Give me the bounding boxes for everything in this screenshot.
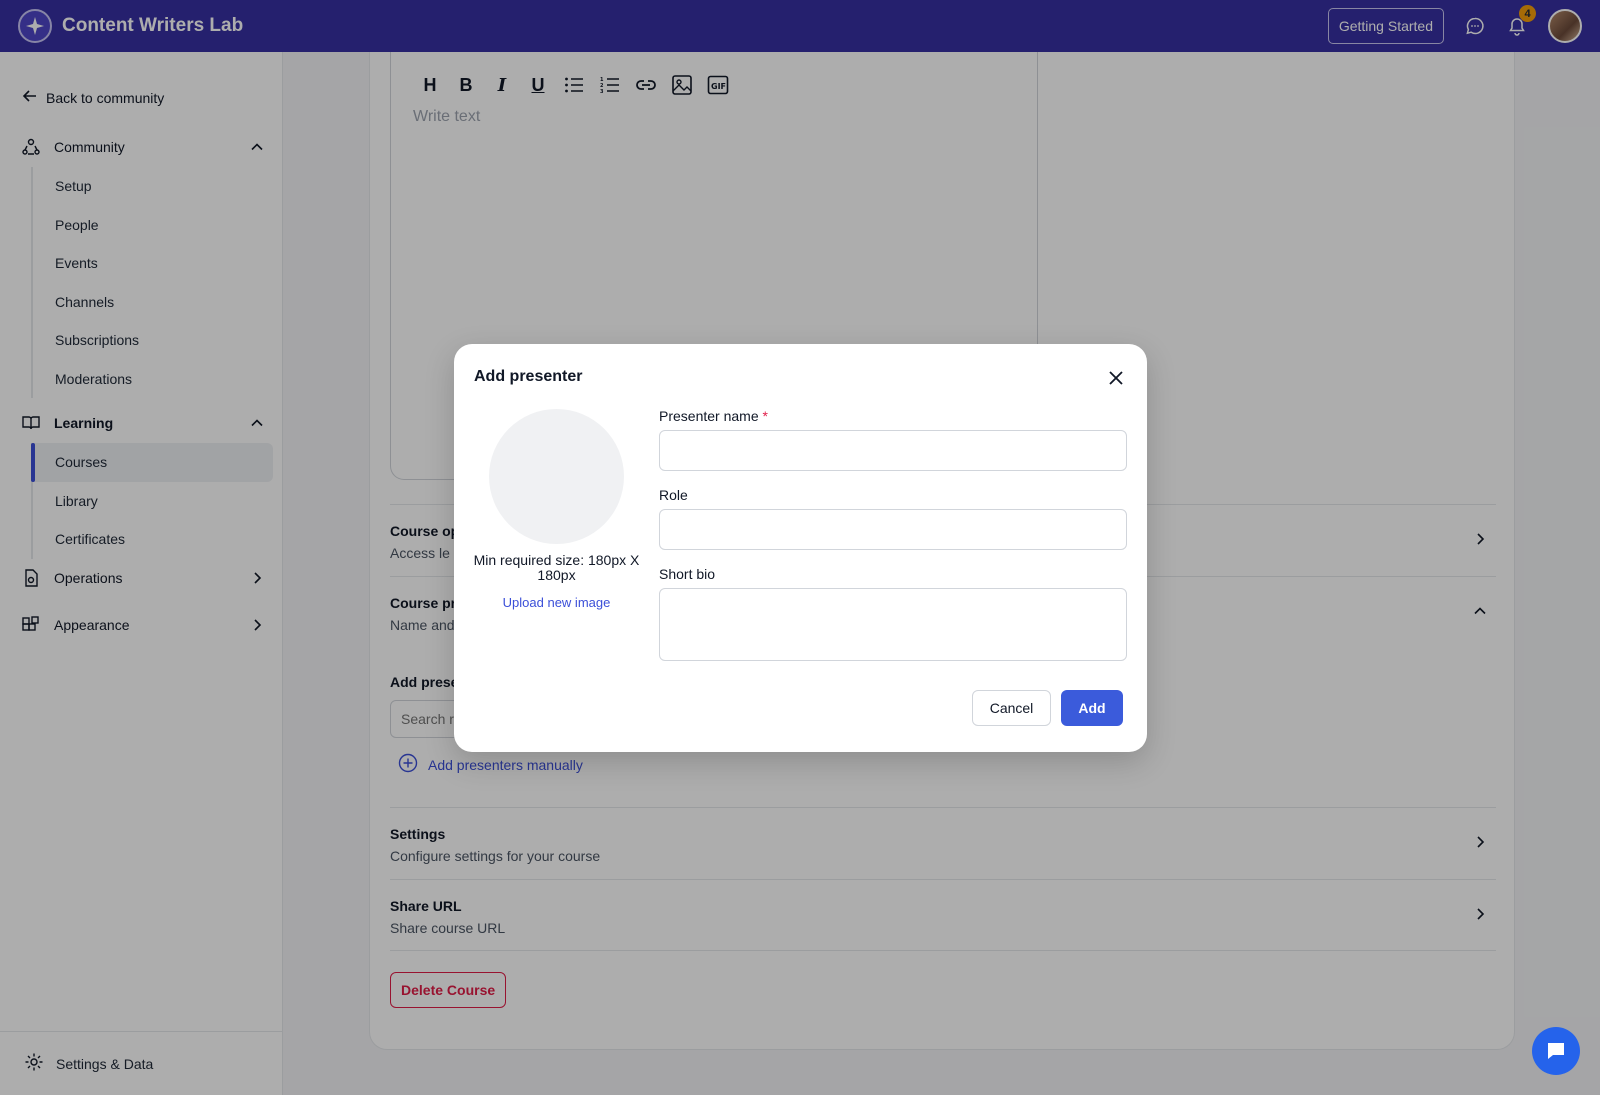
presenter-name-label: Presenter name * (659, 408, 768, 424)
role-input[interactable] (659, 509, 1127, 550)
short-bio-textarea[interactable] (659, 588, 1127, 661)
required-mark: * (762, 408, 768, 424)
cancel-button[interactable]: Cancel (972, 690, 1051, 726)
upload-image-link[interactable]: Upload new image (469, 595, 644, 610)
dialog-title: Add presenter (474, 368, 583, 385)
presenter-name-text: Presenter name (659, 408, 759, 424)
add-presenter-dialog: Add presenter Min required size: 180px X… (454, 344, 1147, 752)
presenter-avatar-placeholder[interactable] (489, 409, 624, 544)
close-icon[interactable] (1104, 366, 1128, 390)
add-button[interactable]: Add (1061, 690, 1123, 726)
support-chat-icon[interactable] (1532, 1027, 1580, 1075)
presenter-name-input[interactable] (659, 430, 1127, 471)
short-bio-label: Short bio (659, 566, 716, 582)
role-label: Role (659, 487, 688, 503)
min-size-note: Min required size: 180px X 180px (473, 552, 640, 583)
